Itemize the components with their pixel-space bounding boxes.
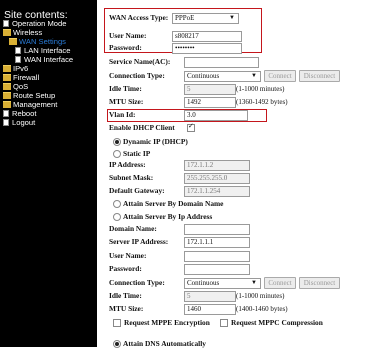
idle-time-label: Idle Time: (109, 84, 142, 93)
folder-icon (3, 83, 11, 90)
disconnect-2-button[interactable]: Disconnect (299, 277, 340, 289)
wan-settings-form: WAN Access Type: PPPoE ▼ User Name: s8082… (98, 0, 386, 348)
mppc-checkbox[interactable] (220, 319, 228, 327)
mtu-size-note: (1360-1492 bytes) (236, 98, 288, 106)
connection-type-2-label: Connection Type: (109, 278, 165, 287)
sidebar-item-logout[interactable]: Logout (3, 118, 35, 127)
user-name-label: User Name: (109, 31, 147, 40)
user-name-input[interactable]: s808217 (172, 31, 242, 42)
sidebar-item-operation-mode[interactable]: Operation Mode (3, 19, 66, 28)
vlan-id-label: Vlan Id: (109, 110, 136, 119)
ip-address-input[interactable]: 172.1.1.2 (184, 160, 250, 171)
page-icon (3, 119, 9, 126)
mtu-size-2-input[interactable]: 1460 (184, 304, 236, 315)
page-icon (15, 56, 21, 63)
static-ip-radio[interactable] (113, 150, 121, 158)
folder-icon (3, 101, 11, 108)
dynamic-ip-label: Dynamic IP (DHCP) (123, 137, 188, 146)
enable-dhcp-label: Enable DHCP Client (109, 123, 175, 132)
folder-icon (3, 65, 11, 72)
dropdown-arrow-icon: ▼ (229, 15, 235, 21)
password-2-input[interactable] (184, 264, 250, 275)
mppe-checkbox[interactable] (113, 319, 121, 327)
attain-domain-label: Attain Server By Domain Name (123, 199, 224, 208)
folder-open-icon (9, 38, 17, 45)
sidebar-item-wan-interface[interactable]: WAN Interface (15, 55, 73, 64)
attain-ip-radio[interactable] (113, 213, 121, 221)
disconnect-button[interactable]: Disconnect (299, 70, 340, 82)
folder-icon (3, 92, 11, 99)
user-name-2-input[interactable] (184, 251, 250, 262)
default-gateway-label: Default Gateway: (109, 186, 165, 195)
password-input[interactable]: •••••••• (172, 43, 242, 54)
attain-ip-label: Attain Server By Ip Address (123, 212, 213, 221)
dropdown-arrow-icon: ▼ (251, 73, 257, 79)
subnet-mask-label: Subnet Mask: (109, 173, 154, 182)
mtu-size-input[interactable]: 1492 (184, 97, 236, 108)
service-name-label: Service Name(AC): (109, 57, 171, 66)
folder-icon (3, 29, 11, 36)
domain-name-input[interactable] (184, 224, 250, 235)
mppc-label: Request MPPC Compression (231, 318, 323, 327)
sidebar-item-wan-settings[interactable]: WAN Settings (9, 37, 66, 46)
idle-time-2-label: Idle Time: (109, 291, 142, 300)
server-ip-input[interactable]: 172.1.1.1 (184, 237, 250, 248)
attain-domain-radio[interactable] (113, 200, 121, 208)
connect-2-button[interactable]: Connect (264, 277, 296, 289)
connection-type-label: Connection Type: (109, 71, 165, 80)
connect-button[interactable]: Connect (264, 70, 296, 82)
sidebar-item-ipv6[interactable]: IPv6 (3, 64, 28, 73)
idle-time-2-input[interactable]: 5 (184, 291, 236, 302)
ip-address-label: IP Address: (109, 160, 146, 169)
sidebar-item-management[interactable]: Management (3, 100, 57, 109)
password-label: Password: (109, 43, 142, 52)
service-name-input[interactable] (184, 57, 259, 68)
mppe-label: Request MPPE Encryption (124, 318, 210, 327)
connection-type-2-select[interactable]: Continuous ▼ (184, 278, 261, 289)
sidebar-item-lan-interface[interactable]: LAN Interface (15, 46, 70, 55)
idle-time-input[interactable]: 5 (184, 84, 236, 95)
sidebar-item-firewall[interactable]: Firewall (3, 73, 39, 82)
dynamic-ip-radio[interactable] (113, 138, 121, 146)
user-name-2-label: User Name: (109, 251, 147, 260)
attain-dns-label: Attain DNS Automatically (123, 339, 206, 348)
wan-access-type-label: WAN Access Type: (109, 13, 169, 22)
mtu-size-2-label: MTU Size: (109, 304, 144, 313)
sidebar-item-route-setup[interactable]: Route Setup (3, 91, 55, 100)
default-gateway-input[interactable]: 172.1.1.254 (184, 186, 250, 197)
password-2-label: Password: (109, 264, 142, 273)
connection-type-select[interactable]: Continuous ▼ (184, 71, 261, 82)
sidebar-item-qos[interactable]: QoS (3, 82, 28, 91)
idle-time-2-note: (1-1000 minutes) (236, 292, 285, 300)
wan-access-type-select[interactable]: PPPoE ▼ (172, 13, 239, 24)
page-icon (3, 110, 9, 117)
server-ip-label: Server IP Address: (109, 237, 169, 246)
domain-name-label: Domain Name: (109, 224, 157, 233)
dropdown-arrow-icon: ▼ (251, 280, 257, 286)
page-icon (15, 47, 21, 54)
enable-dhcp-checkbox[interactable] (187, 122, 195, 132)
sidebar-item-wireless[interactable]: Wireless (3, 28, 42, 37)
mtu-size-label: MTU Size: (109, 97, 144, 106)
idle-time-note: (1-1000 minutes) (236, 85, 285, 93)
mtu-size-2-note: (1400-1460 bytes) (236, 305, 288, 313)
sidebar: Site contents: Operation Mode Wireless W… (0, 0, 97, 347)
vlan-id-input[interactable]: 3.0 (184, 110, 248, 121)
subnet-mask-input[interactable]: 255.255.255.0 (184, 173, 250, 184)
page-icon (3, 20, 9, 27)
folder-icon (3, 74, 11, 81)
sidebar-item-reboot[interactable]: Reboot (3, 109, 37, 118)
